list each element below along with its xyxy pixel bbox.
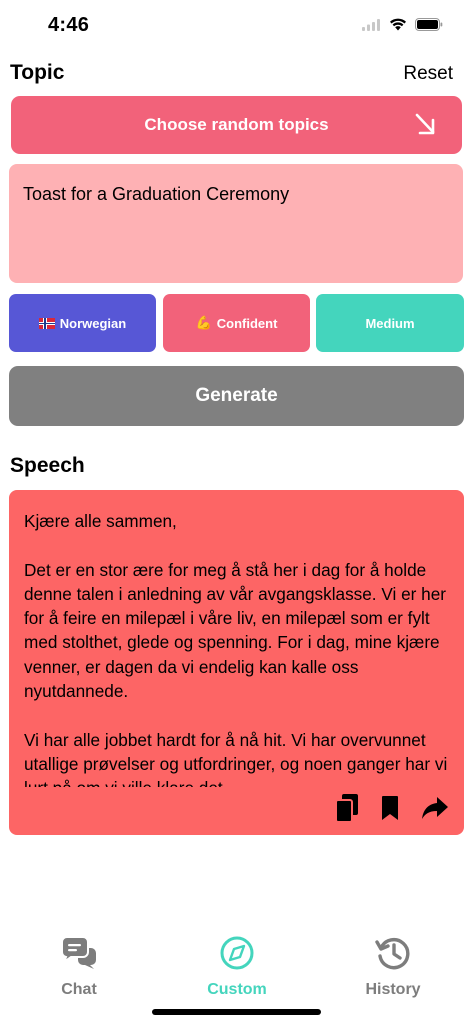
generate-button[interactable]: Generate xyxy=(9,366,464,426)
status-time: 4:46 xyxy=(48,14,90,36)
status-bar: 4:46 xyxy=(0,0,473,54)
tab-history[interactable]: History xyxy=(333,936,453,999)
speech-title: Speech xyxy=(10,454,85,477)
topic-title: Topic xyxy=(10,61,65,84)
chat-bubbles-icon xyxy=(61,936,97,975)
generate-label: Generate xyxy=(195,385,278,406)
compass-icon xyxy=(219,936,255,975)
choose-random-topics-button[interactable]: Choose random topics xyxy=(11,96,462,154)
language-selector-button[interactable]: Norwegian xyxy=(9,294,156,352)
reset-button[interactable]: Reset xyxy=(403,63,453,85)
history-clock-icon xyxy=(375,936,411,975)
length-selector-button[interactable]: Medium xyxy=(316,294,464,352)
copy-icon[interactable] xyxy=(335,793,359,823)
tone-label: Confident xyxy=(216,315,278,331)
language-label: Norwegian xyxy=(59,315,127,331)
wifi-icon xyxy=(389,18,407,36)
tone-selector-button[interactable]: 💪 Confident xyxy=(163,294,310,352)
tab-chat[interactable]: Chat xyxy=(19,936,139,999)
speech-actions xyxy=(335,793,449,823)
home-indicator xyxy=(152,1009,321,1015)
bookmark-icon[interactable] xyxy=(381,795,399,821)
random-topics-label: Choose random topics xyxy=(144,115,329,134)
status-icons xyxy=(362,18,443,36)
share-icon[interactable] xyxy=(421,796,449,820)
norway-flag-icon xyxy=(38,317,55,329)
flexed-biceps-icon: 💪 xyxy=(195,315,212,330)
tab-custom[interactable]: Custom xyxy=(177,936,297,999)
topic-input[interactable]: Toast for a Graduation Ceremony xyxy=(9,164,463,283)
topic-text: Toast for a Graduation Ceremony xyxy=(23,184,290,204)
speech-output-panel[interactable]: Kjære alle sammen, Det er en stor ære fo… xyxy=(9,490,464,835)
tab-chat-label: Chat xyxy=(61,981,97,998)
tab-history-label: History xyxy=(365,981,421,998)
tab-custom-label: Custom xyxy=(207,981,267,998)
cellular-signal-icon xyxy=(362,18,381,36)
length-label: Medium xyxy=(365,315,415,331)
arrow-down-right-icon xyxy=(414,112,436,141)
battery-icon xyxy=(415,18,443,36)
speech-text[interactable]: Kjære alle sammen, Det er en stor ære fo… xyxy=(24,509,450,787)
